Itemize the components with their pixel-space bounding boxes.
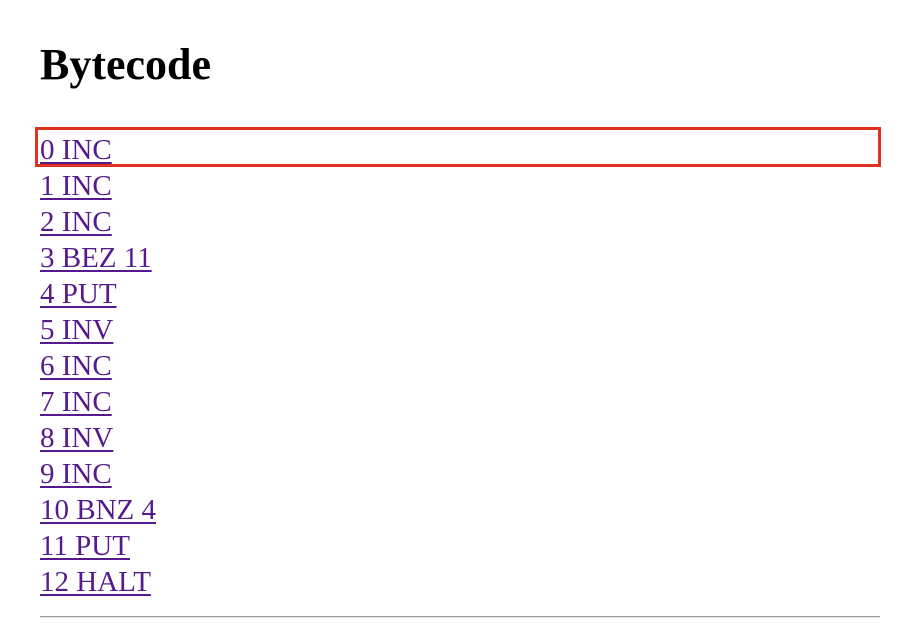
page-title: Bytecode (40, 40, 212, 89)
instruction-row-4: 4 PUT (40, 276, 880, 312)
instruction-link-4[interactable]: 4 PUT (40, 278, 117, 310)
instruction-row-3: 3 BEZ 11 (40, 240, 880, 276)
instruction-row-5: 5 INV (40, 312, 880, 348)
instruction-link-12[interactable]: 12 HALT (40, 566, 151, 598)
instruction-link-1[interactable]: 1 INC (40, 170, 112, 202)
instruction-row-6: 6 INC (40, 348, 880, 384)
page-content: Bytecode 0 INC 1 INC 2 INC 3 BEZ 11 4 PU… (35, 0, 881, 598)
horizontal-divider (40, 616, 880, 618)
instruction-link-0[interactable]: 0 INC (40, 134, 112, 166)
instruction-row-12: 12 HALT (40, 564, 880, 600)
instruction-row-2: 2 INC (40, 204, 880, 240)
instruction-row-10: 10 BNZ 4 (40, 492, 880, 528)
instruction-row-7: 7 INC (40, 384, 880, 420)
instruction-link-2[interactable]: 2 INC (40, 206, 112, 238)
instruction-link-8[interactable]: 8 INV (40, 422, 113, 454)
bytecode-list: 0 INC 1 INC 2 INC 3 BEZ 11 4 PUT 5 INV 6… (35, 127, 881, 600)
instruction-row-8: 8 INV (40, 420, 880, 456)
current-instruction-highlight (35, 127, 881, 167)
instruction-link-6[interactable]: 6 INC (40, 350, 112, 382)
instruction-link-3[interactable]: 3 BEZ 11 (40, 242, 152, 274)
instruction-link-10[interactable]: 10 BNZ 4 (40, 494, 156, 526)
instruction-row-0: 0 INC (35, 127, 881, 168)
instruction-row-1: 1 INC (40, 168, 880, 204)
instruction-link-5[interactable]: 5 INV (40, 314, 113, 346)
instruction-row-11: 11 PUT (40, 528, 880, 564)
instruction-row-9: 9 INC (40, 456, 880, 492)
instruction-link-7[interactable]: 7 INC (40, 386, 112, 418)
instruction-link-11[interactable]: 11 PUT (40, 530, 130, 562)
instruction-link-9[interactable]: 9 INC (40, 458, 112, 490)
